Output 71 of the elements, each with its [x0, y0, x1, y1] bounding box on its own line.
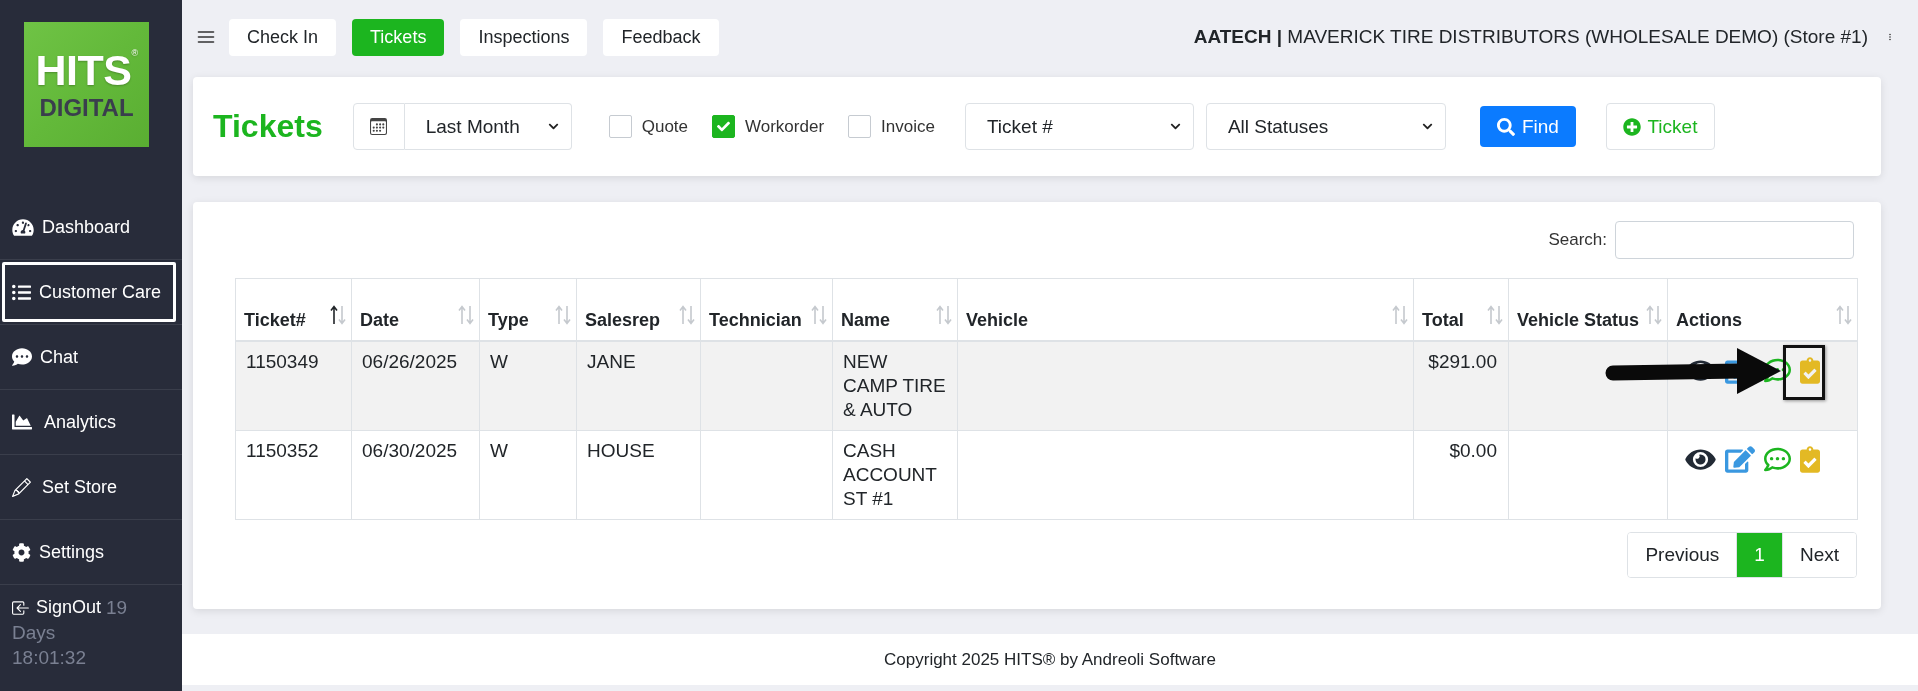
column-header: Technician	[709, 308, 802, 331]
clipboard-check-icon[interactable]	[1800, 445, 1820, 473]
countdown-text: 18:01:32	[12, 646, 86, 670]
table-cell: 06/30/2025	[351, 430, 480, 519]
checkmark-icon	[716, 120, 731, 133]
search-input[interactable]	[1615, 221, 1854, 259]
column-header: Name	[841, 308, 891, 331]
account-info: AATECH | MAVERICK TIRE DISTRIBUTORS (WHOLESALE DEMO) (Store #1)	[1193, 26, 1868, 48]
nav-item[interactable]: Chat	[2, 327, 176, 387]
checkbox-label: Workorder	[745, 116, 825, 137]
page-title: Tickets	[213, 108, 323, 145]
table-cell: 1150349	[235, 340, 352, 430]
settings-icon	[12, 542, 31, 562]
nav-item[interactable]: Customer Care	[2, 262, 176, 322]
nav-tab[interactable]: Feedback	[603, 18, 719, 56]
gauge-icon	[12, 217, 34, 237]
copyright-text: Copyright 2025 HITS® by Andreoli Software	[884, 649, 1216, 670]
nav-tab[interactable]: Check In	[229, 18, 337, 56]
table-cell: 06/26/2025	[351, 340, 480, 430]
checkbox-label: Invoice	[881, 116, 935, 137]
table-cell: 1150352	[235, 430, 352, 519]
sort-icon[interactable]	[330, 304, 346, 325]
chevron-down-icon	[547, 121, 559, 132]
table-cell: W	[479, 340, 577, 430]
countdown-text: 19	[106, 596, 128, 620]
logo-title: HITS$^{®}$	[35, 49, 138, 92]
table-cell: HOUSE	[576, 430, 701, 519]
type-checkbox[interactable]	[712, 115, 735, 138]
column-header: Type	[488, 308, 529, 331]
countdown-text: Days	[12, 621, 56, 645]
column-header: Ticket#	[244, 308, 306, 331]
nav-item[interactable]: Analytics	[2, 392, 176, 452]
list-icon	[12, 282, 31, 302]
table-cell: $291.00	[1413, 340, 1509, 430]
find-button[interactable]: Find	[1479, 106, 1576, 147]
calendar-icon	[370, 118, 388, 135]
column-header: Actions	[1676, 308, 1742, 331]
highlight-frame	[1783, 344, 1825, 400]
date-range-select[interactable]: Last Month	[404, 103, 572, 150]
logout-icon	[12, 598, 30, 617]
search-label: Search:	[1548, 230, 1607, 250]
table-cell: $0.00	[1413, 430, 1509, 519]
checkbox-label: Quote	[641, 116, 688, 137]
pencil-icon	[12, 477, 31, 497]
nav-item[interactable]: Settings	[2, 522, 176, 582]
next-button[interactable]: Next	[1781, 532, 1856, 577]
table-cell: CASH ACCOUNT ST #1	[832, 430, 958, 519]
nav-item[interactable]: Dashboard	[2, 197, 176, 257]
nav-item[interactable]: SignOut	[12, 595, 102, 620]
column-header: Vehicle Status	[1517, 308, 1640, 331]
area-chart-icon	[12, 412, 32, 432]
chat-bubble-icon	[12, 347, 32, 367]
nav-item[interactable]: Set Store	[2, 457, 176, 517]
column-header: Total	[1422, 308, 1464, 331]
chevron-down-icon	[1169, 121, 1181, 132]
table-cell: NEW CAMP TIRE & AUTO	[832, 340, 958, 430]
column-header: Date	[360, 308, 399, 331]
table-cell: W	[479, 430, 577, 519]
nav-tab[interactable]: Inspections	[460, 18, 588, 56]
column-header: Salesrep	[585, 308, 661, 331]
search-icon	[1496, 117, 1515, 136]
logo-subtitle: DIGITAL	[39, 96, 134, 120]
table-cell: JANE	[576, 340, 701, 430]
type-checkbox[interactable]	[848, 115, 872, 138]
calendar-button[interactable]	[352, 103, 405, 150]
chevron-down-icon	[1421, 121, 1433, 132]
column-header: Vehicle	[966, 308, 1029, 331]
search-by-select[interactable]: Ticket #	[964, 103, 1194, 150]
type-checkbox[interactable]	[608, 115, 632, 138]
status-select[interactable]: All Statuses	[1205, 103, 1446, 150]
clipboard-check-icon[interactable]	[1800, 356, 1820, 384]
